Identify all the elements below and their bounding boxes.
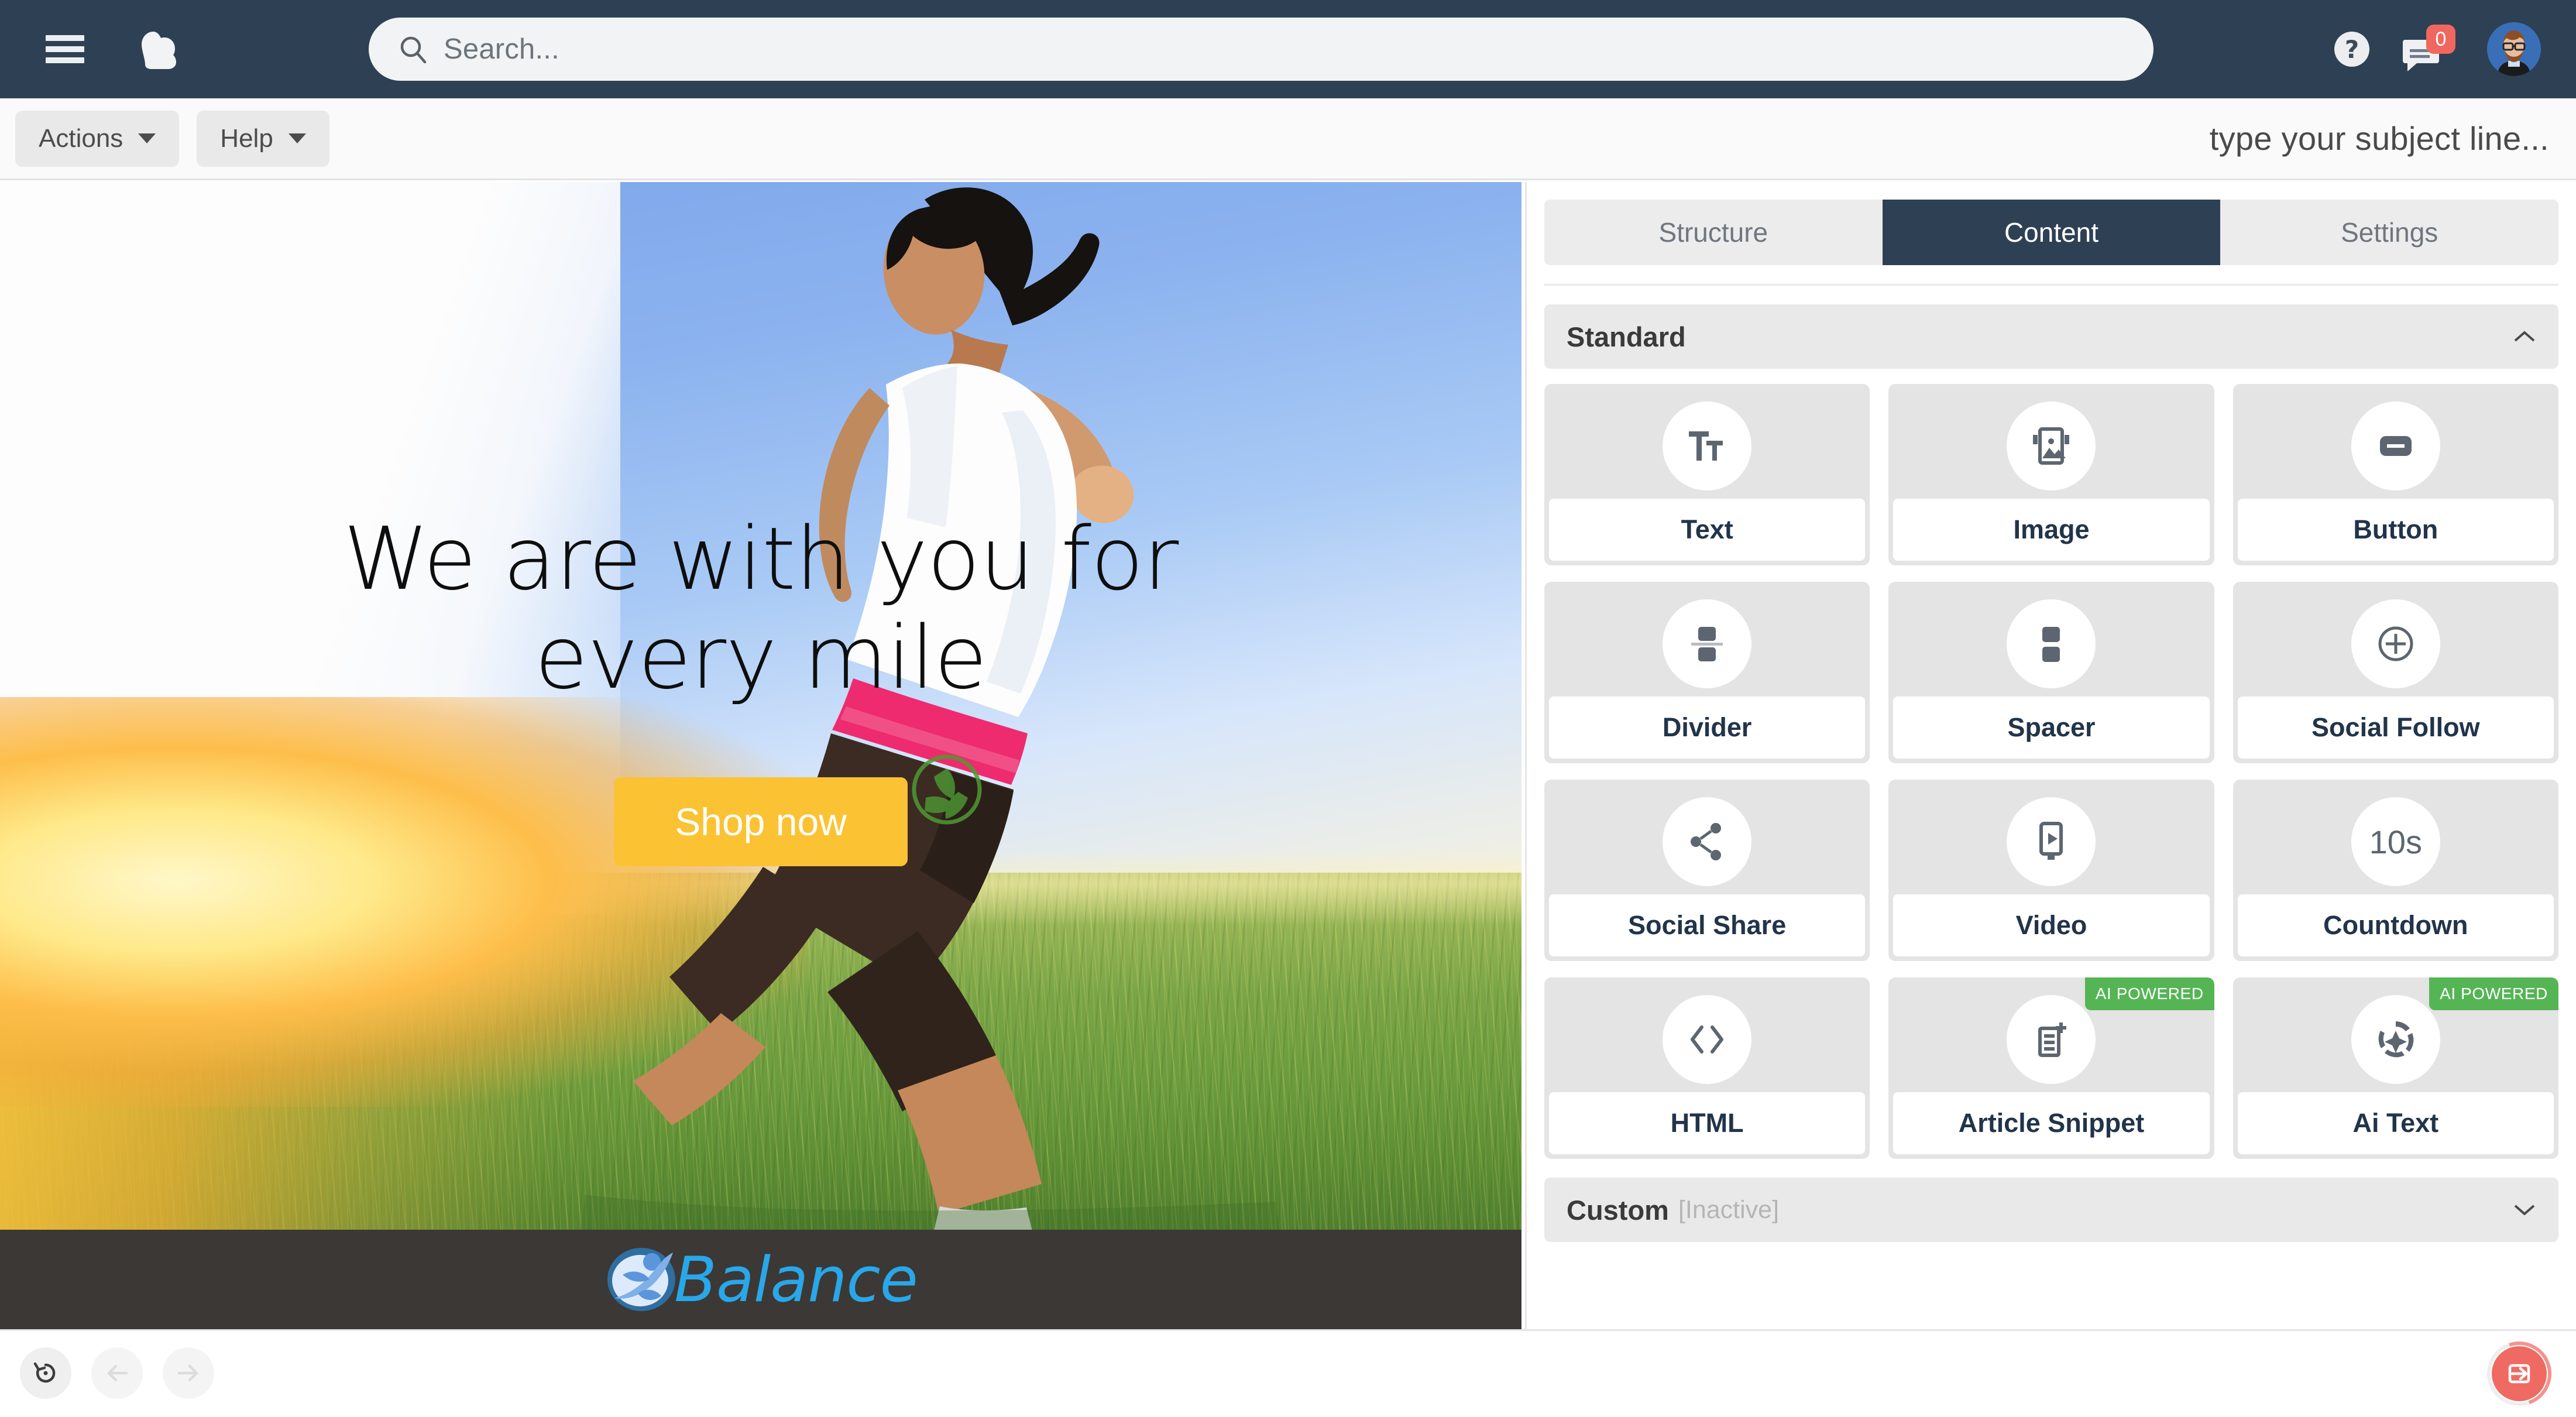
content-panel: Structure Content Settings Standard Text… [1525, 182, 2576, 1329]
exit-arrow-icon [2508, 1364, 2530, 1384]
tile-social-share[interactable]: Social Share [1544, 780, 1870, 961]
section-title-standard: Standard [1567, 321, 1686, 352]
chevron-down-icon [288, 133, 306, 143]
arrow-left-icon [107, 1364, 128, 1382]
tile-label-button: Button [2237, 499, 2554, 561]
tile-label-article-snippet: Article Snippet [1893, 1092, 2210, 1154]
tile-label-countdown: Countdown [2237, 894, 2554, 956]
hamburger-line [46, 46, 84, 52]
subject-line-input[interactable]: type your subject line... [2210, 119, 2549, 157]
email-canvas: We are with you for every mile Shop now [0, 182, 1525, 1329]
hero-block[interactable]: We are with you for every mile Shop now [0, 182, 1521, 1230]
top-navigation-bar: Search... ? 0 [0, 0, 2576, 98]
back-button[interactable] [91, 1347, 143, 1399]
chevron-up-icon[interactable] [2513, 329, 2536, 344]
video-play-icon [2007, 797, 2096, 886]
tile-video[interactable]: Video [1888, 780, 2214, 961]
hamburger-line [46, 57, 84, 63]
shop-now-button[interactable]: Shop now [614, 777, 908, 867]
bottom-status-bar [0, 1329, 2576, 1417]
tile-article-snippet[interactable]: AI POWERED Article Snippet [1888, 977, 2214, 1159]
save-exit-fab-wrapper [2476, 1330, 2563, 1417]
search-input[interactable]: Search... [369, 18, 2153, 81]
text-icon [1663, 402, 1752, 490]
content-tile-grid: Text Image Button Divider Spacer Social … [1544, 384, 2558, 1159]
tile-label-social-follow: Social Follow [2237, 697, 2554, 759]
tile-image[interactable]: Image [1888, 384, 2214, 565]
save-exit-button[interactable] [2492, 1346, 2547, 1401]
nav-right-group: ? 0 [2331, 0, 2576, 98]
tile-html[interactable]: HTML [1544, 977, 1870, 1159]
countdown-10s-icon: 10s [2351, 797, 2440, 886]
section-header-custom[interactable]: Custom [Inactive] [1544, 1178, 2558, 1242]
chevron-down-icon [138, 133, 156, 143]
hamburger-icon[interactable] [46, 35, 84, 63]
tab-structure[interactable]: Structure [1544, 200, 1883, 265]
tile-label-spacer: Spacer [1893, 697, 2210, 759]
tile-label-video: Video [1893, 894, 2210, 956]
chevron-down-icon[interactable] [2513, 1202, 2536, 1217]
brand-logo: Balance [604, 1244, 918, 1316]
tile-social-follow[interactable]: Social Follow [2232, 582, 2558, 763]
section-status-custom: [Inactive] [1678, 1195, 1780, 1224]
actions-button[interactable]: Actions [15, 110, 180, 167]
email-footer-brandbar[interactable]: Balance [0, 1230, 1521, 1329]
message-icon[interactable]: 0 [2402, 25, 2455, 73]
code-brackets-icon [1663, 995, 1752, 1084]
panel-tabs: Structure Content Settings [1544, 200, 2559, 265]
tile-divider[interactable]: Divider [1544, 582, 1870, 763]
section-title-custom: Custom [1567, 1194, 1669, 1226]
tile-label-ai-text: Ai Text [2237, 1092, 2554, 1154]
undo-history-icon [33, 1362, 56, 1383]
tile-text[interactable]: Text [1544, 384, 1870, 565]
ai-powered-badge: AI POWERED [2084, 977, 2214, 1010]
ai-powered-badge: AI POWERED [2429, 977, 2558, 1010]
cloud-logo-icon[interactable] [132, 28, 188, 70]
divider-icon [1663, 599, 1752, 688]
tile-spacer[interactable]: Spacer [1888, 582, 2214, 763]
svg-text:?: ? [2345, 35, 2359, 64]
panel-divider [1544, 284, 2558, 286]
tile-button[interactable]: Button [2232, 384, 2558, 565]
search-placeholder-text: Search... [444, 33, 559, 65]
countdown-icon-text: 10s [2369, 823, 2422, 860]
editor-toolbar: Actions Help type your subject line... [0, 98, 2576, 180]
article-add-icon [2007, 995, 2096, 1084]
email-preview-frame[interactable]: We are with you for every mile Shop now [0, 182, 1521, 1329]
tab-content[interactable]: Content [1882, 200, 2221, 265]
tile-label-social-share: Social Share [1549, 894, 1866, 956]
share-icon [1663, 797, 1752, 886]
undo-history-button[interactable] [20, 1347, 71, 1399]
hamburger-line [46, 35, 84, 41]
arrow-right-icon [177, 1364, 198, 1382]
forward-button[interactable] [163, 1347, 214, 1399]
actions-button-label: Actions [39, 123, 123, 153]
tab-settings[interactable]: Settings [2220, 200, 2559, 265]
tile-label-divider: Divider [1549, 697, 1866, 759]
hero-copy[interactable]: We are with you for every mile Shop now [0, 509, 1521, 867]
tile-ai-text[interactable]: AI POWERED Ai Text [2232, 977, 2558, 1159]
hero-title-line1: We are with you for [343, 509, 1179, 609]
spacer-icon [2007, 599, 2096, 688]
search-icon [397, 33, 430, 66]
tile-label-html: HTML [1549, 1092, 1866, 1154]
hero-title-line2: every mile [534, 607, 988, 708]
brand-name-text: Balance [674, 1243, 918, 1316]
question-mark-icon[interactable]: ? [2331, 29, 2372, 70]
button-icon [2351, 402, 2440, 490]
image-icon [2007, 402, 2096, 490]
help-button-label: Help [220, 123, 273, 153]
help-button[interactable]: Help [197, 110, 329, 167]
message-count-badge: 0 [2426, 25, 2455, 54]
ai-sparkle-icon [2351, 995, 2440, 1084]
tile-label-image: Image [1893, 499, 2210, 561]
section-header-standard[interactable]: Standard [1544, 304, 2558, 369]
tile-label-text: Text [1549, 499, 1866, 561]
balance-logo-icon [604, 1244, 682, 1315]
tile-countdown[interactable]: 10s Countdown [2232, 780, 2558, 961]
plus-circle-icon [2351, 599, 2440, 688]
avatar[interactable] [2487, 22, 2541, 76]
